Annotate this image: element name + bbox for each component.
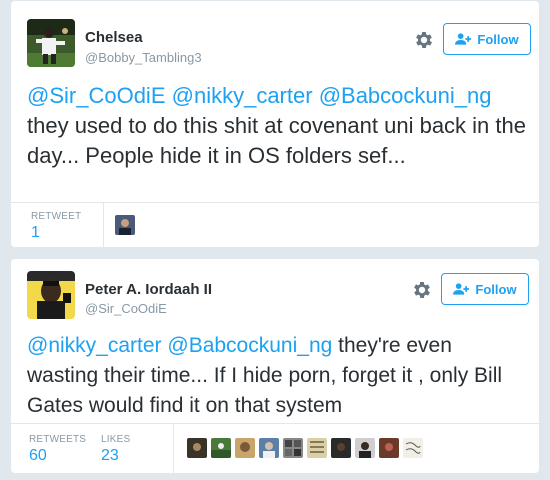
- liker-avatar-1[interactable]: [187, 438, 207, 458]
- display-name[interactable]: Chelsea: [85, 29, 143, 46]
- liker-avatar-7[interactable]: [331, 438, 351, 458]
- liker-avatar-4[interactable]: [259, 438, 279, 458]
- tweet-card: Peter A. Iordaah II @Sir_CoOdiE Follow @…: [10, 258, 540, 474]
- liker-avatar-6[interactable]: [307, 438, 327, 458]
- gear-icon[interactable]: [413, 29, 435, 51]
- mention-link[interactable]: @Sir_CoOdiE: [27, 83, 166, 108]
- tweet-text: @nikky_carter @Babcockuni_ng they're eve…: [27, 331, 527, 421]
- follow-button[interactable]: Follow: [443, 23, 531, 55]
- retweets-count[interactable]: 60: [29, 447, 47, 465]
- liker-avatar-10[interactable]: [403, 438, 423, 458]
- follow-label: Follow: [475, 281, 517, 297]
- liker-avatar-8[interactable]: [355, 438, 375, 458]
- liker-avatar-5[interactable]: [283, 438, 303, 458]
- retweets-label: RETWEETS: [29, 434, 87, 445]
- follow-label: Follow: [477, 31, 519, 47]
- liker-avatar-3[interactable]: [235, 438, 255, 458]
- likes-count[interactable]: 23: [101, 447, 119, 465]
- mention-link[interactable]: @nikky_carter: [27, 334, 162, 357]
- username[interactable]: @Sir_CoOdiE: [85, 301, 167, 316]
- tweet-stats: RETWEET 1: [11, 202, 539, 247]
- likes-label: LIKES: [101, 434, 131, 445]
- tweet-stats: RETWEETS 60 LIKES 23: [11, 423, 539, 473]
- stats-divider: [173, 424, 174, 473]
- liker-avatar-9[interactable]: [379, 438, 399, 458]
- retweeter-avatar[interactable]: [115, 215, 135, 235]
- tweet-card: Chelsea @Bobby_Tambling3 Follow @Sir_CoO…: [10, 0, 540, 248]
- add-user-icon: [453, 283, 470, 295]
- gear-icon[interactable]: [411, 279, 433, 301]
- mention-link[interactable]: @nikky_carter: [172, 83, 313, 108]
- liker-avatar-2[interactable]: [211, 438, 231, 458]
- add-user-icon: [455, 33, 472, 45]
- username[interactable]: @Bobby_Tambling3: [85, 50, 202, 65]
- avatar[interactable]: [27, 271, 75, 319]
- mention-link[interactable]: @Babcockuni_ng: [167, 334, 332, 357]
- avatar[interactable]: [27, 19, 75, 67]
- display-name[interactable]: Peter A. Iordaah II: [85, 281, 212, 298]
- follow-button[interactable]: Follow: [441, 273, 529, 305]
- retweet-count[interactable]: 1: [31, 224, 40, 242]
- tweet-body: they used to do this shit at covenant un…: [27, 113, 526, 168]
- mention-link[interactable]: @Babcockuni_ng: [319, 83, 492, 108]
- retweet-label: RETWEET: [31, 211, 82, 222]
- stats-divider: [103, 203, 104, 247]
- tweet-text: @Sir_CoOdiE @nikky_carter @Babcockuni_ng…: [27, 81, 527, 171]
